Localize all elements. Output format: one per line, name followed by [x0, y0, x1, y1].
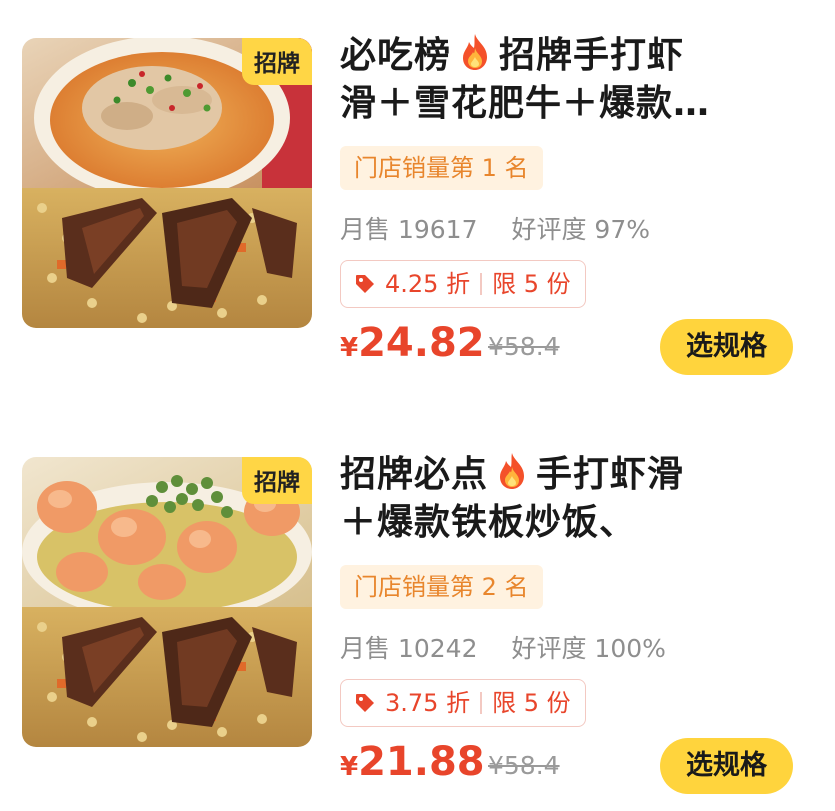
currency-symbol: ¥ [340, 333, 359, 363]
divider [480, 273, 483, 295]
product-card[interactable]: 招牌 招牌必点 手打虾滑 ＋爆款铁板炒饭、 门店销量第 2 名 月售 10242… [0, 447, 835, 807]
purchase-limit: 限 5 份 [492, 689, 571, 717]
fire-icon [500, 453, 525, 489]
price-value: 21.88 [358, 739, 485, 785]
discount-rate: 3.75 折 [385, 689, 471, 717]
fire-icon [463, 34, 488, 70]
signature-badge: 招牌 [242, 457, 312, 504]
rating: 好评度 97% [511, 215, 650, 244]
title-text: 手打虾滑 [536, 454, 685, 495]
divider [480, 692, 483, 714]
title-text: 必吃榜 [340, 35, 452, 76]
sales-rank-tag: 门店销量第 1 名 [340, 146, 543, 190]
monthly-sales: 月售 19617 [340, 215, 478, 244]
purchase-limit: 限 5 份 [492, 270, 571, 298]
rating: 好评度 100% [511, 634, 666, 663]
price-tag-icon [356, 694, 374, 712]
discount-tag: 3.75 折 限 5 份 [340, 679, 586, 727]
discount-tag: 4.25 折 限 5 份 [340, 260, 586, 308]
currency-symbol: ¥ [340, 752, 359, 782]
stats-row: 月售 10242 好评度 100% [340, 629, 666, 665]
title-text: 滑＋雪花肥牛＋爆款… [340, 83, 711, 124]
select-spec-button[interactable]: 选规格 [660, 738, 793, 794]
title-text: 招牌必点 [340, 454, 489, 495]
current-price: ¥24.82 [340, 320, 485, 366]
title-text: 招牌手打虾 [499, 35, 685, 76]
stats-row: 月售 19617 好评度 97% [340, 210, 650, 246]
sales-rank-tag: 门店销量第 2 名 [340, 565, 543, 609]
title-text: ＋爆款铁板炒饭、 [340, 502, 637, 543]
signature-badge: 招牌 [242, 38, 312, 85]
product-image[interactable]: 招牌 [22, 457, 312, 747]
monthly-sales: 月售 10242 [340, 634, 478, 663]
discount-rate: 4.25 折 [385, 270, 471, 298]
product-card[interactable]: 招牌 必吃榜 招牌手打虾 滑＋雪花肥牛＋爆款… 门店销量第 1 名 月售 196… [0, 28, 835, 388]
original-price: ¥58.4 [488, 751, 560, 780]
product-title[interactable]: 必吃榜 招牌手打虾 滑＋雪花肥牛＋爆款… [340, 32, 800, 128]
original-price: ¥58.4 [488, 332, 560, 361]
price-value: 24.82 [358, 320, 485, 366]
product-title[interactable]: 招牌必点 手打虾滑 ＋爆款铁板炒饭、 [340, 451, 800, 547]
select-spec-button[interactable]: 选规格 [660, 319, 793, 375]
price-tag-icon [356, 275, 374, 293]
current-price: ¥21.88 [340, 739, 485, 785]
product-image[interactable]: 招牌 [22, 38, 312, 328]
